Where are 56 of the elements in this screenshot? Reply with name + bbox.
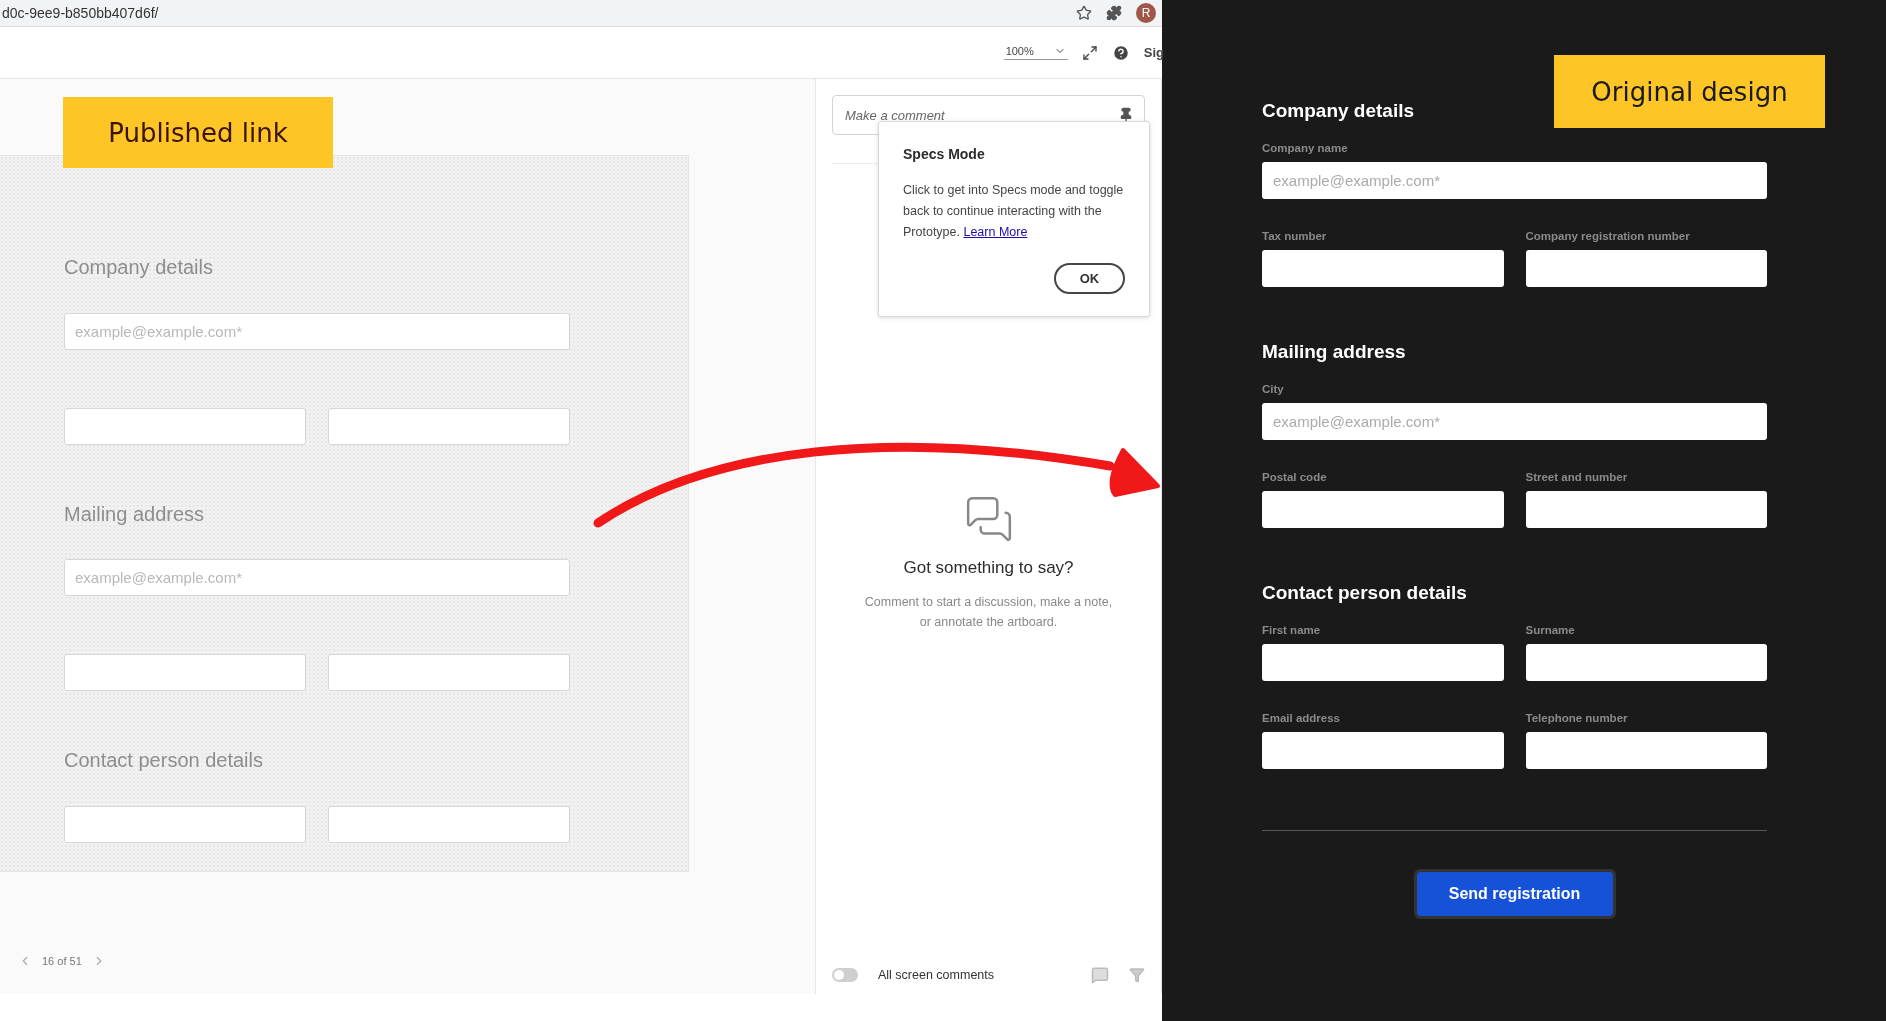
zoom-dropdown[interactable]: 100% bbox=[1003, 45, 1068, 60]
input-field[interactable] bbox=[1262, 491, 1504, 528]
section-heading: Company details bbox=[64, 256, 213, 280]
extensions-icon[interactable] bbox=[1106, 5, 1122, 21]
help-icon[interactable] bbox=[1111, 43, 1130, 62]
section-heading: Company details bbox=[1262, 100, 1416, 122]
section-heading: Contact person details bbox=[64, 749, 263, 774]
field-label: Postal code bbox=[1262, 471, 1328, 483]
field-label: Company name bbox=[1262, 142, 1349, 154]
popup-title: Specs Mode bbox=[903, 146, 986, 162]
popup-text: Click to get into Specs mode and toggle back to continue interacting with the Prototype. Learn More bbox=[903, 182, 1125, 241]
original-design-label: Original design bbox=[1554, 55, 1825, 128]
input-field[interactable] bbox=[64, 407, 306, 445]
input-field[interactable]: example@example.com* bbox=[64, 559, 570, 597]
pin-icon[interactable] bbox=[1118, 107, 1134, 123]
field-label: City bbox=[1262, 383, 1285, 395]
input-field[interactable]: example@example.com* bbox=[64, 312, 570, 350]
input-field[interactable] bbox=[1525, 491, 1767, 528]
field-label: Street and number bbox=[1525, 471, 1629, 483]
input-field[interactable]: example@example.com* bbox=[1262, 162, 1767, 199]
bookmark-star-icon[interactable] bbox=[1076, 5, 1092, 21]
input-field[interactable] bbox=[1525, 732, 1767, 769]
input-field[interactable] bbox=[1262, 644, 1504, 681]
input-field[interactable] bbox=[328, 806, 570, 843]
field-label: Tax number bbox=[1262, 230, 1328, 242]
url-text[interactable]: d0c-9ee9-b850bb407d6f/ bbox=[0, 5, 1062, 21]
section-heading: Mailing address bbox=[64, 502, 205, 527]
learn-more-link[interactable]: Learn More bbox=[963, 225, 1028, 239]
field-label: Email address bbox=[1262, 712, 1341, 724]
send-registration-button[interactable]: Send registration bbox=[1416, 872, 1613, 916]
input-field[interactable] bbox=[328, 407, 570, 445]
field-label: First name bbox=[1262, 624, 1322, 636]
input-field[interactable] bbox=[64, 806, 306, 843]
comment-visibility-icon[interactable] bbox=[1091, 966, 1109, 984]
input-field[interactable]: example@example.com* bbox=[1262, 403, 1767, 440]
input-field[interactable] bbox=[1525, 644, 1767, 681]
empty-title: Got something to say? bbox=[903, 558, 1074, 578]
field-label: Telephone number bbox=[1525, 712, 1629, 724]
empty-description: Comment to start a discussion, make a note, or annotate the artboard. bbox=[863, 594, 1114, 631]
published-link-label: Published link bbox=[63, 97, 333, 168]
input-field[interactable] bbox=[1262, 732, 1504, 769]
toggle-label: All screen comments bbox=[878, 968, 995, 982]
input-field[interactable] bbox=[1262, 250, 1504, 287]
input-field[interactable] bbox=[1525, 250, 1767, 287]
profile-avatar[interactable]: R bbox=[1136, 3, 1156, 23]
fullscreen-icon[interactable] bbox=[1081, 44, 1098, 61]
filter-icon[interactable] bbox=[1129, 967, 1145, 983]
input-field[interactable] bbox=[328, 654, 570, 692]
ok-button[interactable]: OK bbox=[1054, 263, 1125, 294]
input-field[interactable] bbox=[64, 654, 306, 692]
section-heading: Mailing address bbox=[1262, 341, 1407, 363]
page-counter: 16 of 51 bbox=[42, 955, 82, 967]
comments-toggle[interactable] bbox=[832, 968, 858, 982]
field-label: Company registration number bbox=[1525, 230, 1691, 242]
field-label: Surname bbox=[1525, 624, 1576, 636]
section-heading: Contact person details bbox=[1262, 582, 1468, 604]
